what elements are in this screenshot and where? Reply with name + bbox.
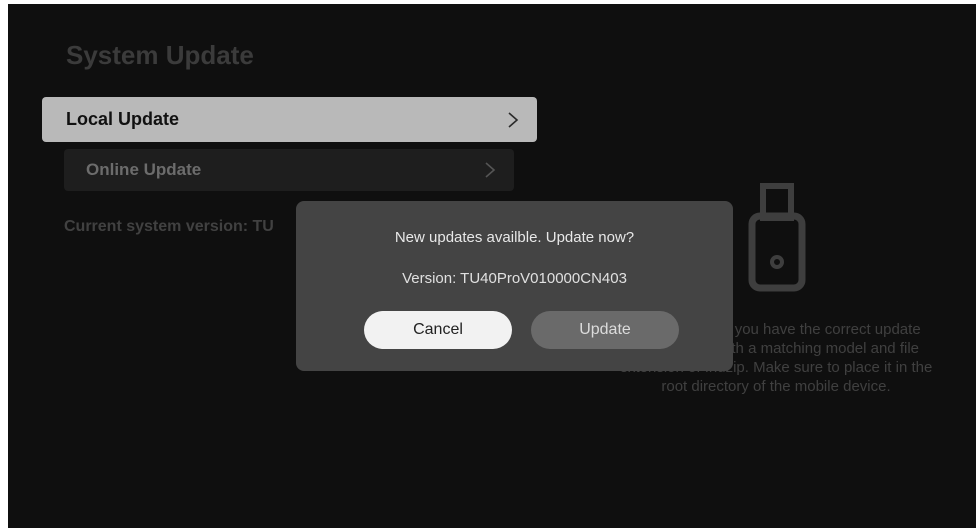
current-system-version: Current system version: TU — [64, 218, 274, 235]
cancel-button[interactable]: Cancel — [364, 311, 512, 349]
page-title: System Update — [66, 40, 254, 70]
menu-item-label: Online Update — [86, 160, 202, 179]
menu-item-online-update[interactable]: Online Update — [64, 149, 514, 191]
dialog-message: New updates availble. Update now? — [394, 229, 635, 246]
menu-item-label: Local Update — [66, 109, 180, 129]
dialog-version: Version: TU40ProV010000CN403 — [402, 270, 627, 287]
chevron-right-icon — [484, 161, 496, 179]
update-dialog: New updates availble. Update now? Versio… — [296, 201, 733, 371]
usb-drive-icon — [744, 182, 810, 297]
update-button[interactable]: Update — [531, 311, 679, 349]
menu-item-local-update[interactable]: Local Update — [42, 97, 537, 142]
chevron-right-icon — [507, 111, 519, 129]
system-update-screen: System Update Local Update Online Update… — [8, 4, 976, 528]
